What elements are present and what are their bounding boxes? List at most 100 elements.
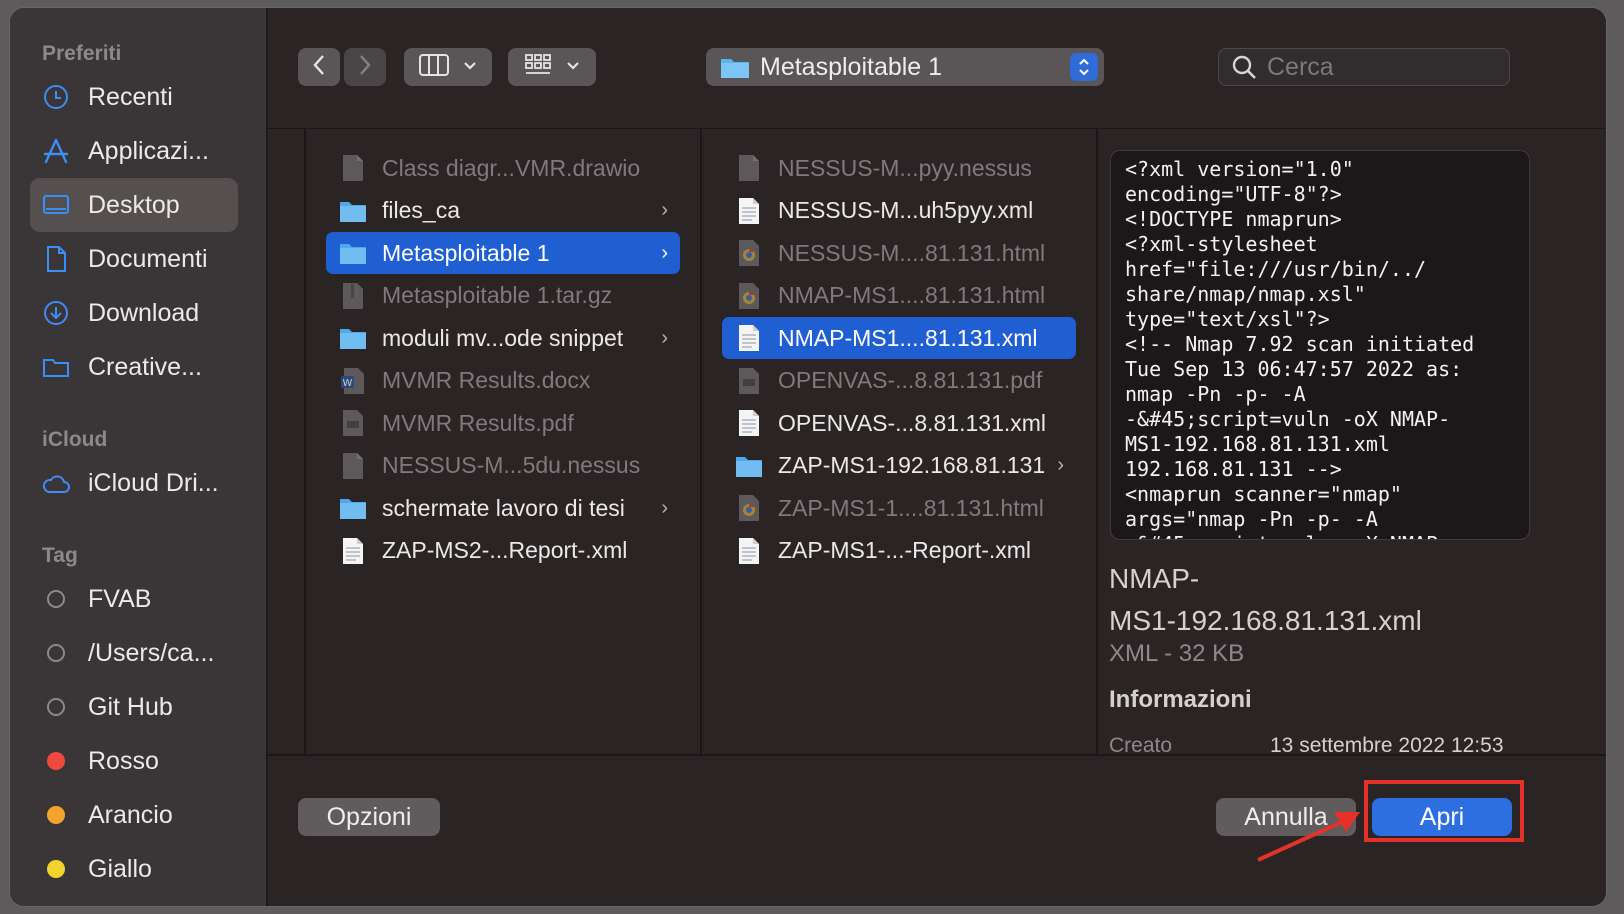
cloud-icon [34,472,78,494]
folder-icon [338,196,368,226]
group-by-button[interactable] [508,48,596,86]
sidebar-item-label: Desktop [88,190,180,219]
sidebar-section-tags: Tag [42,544,78,567]
folder-row[interactable]: ZAP-MS1-192.168.81.131 › [722,445,1076,487]
file-row[interactable]: NMAP-MS1....81.131.xml [722,317,1076,359]
folder-row[interactable]: Metasploitable 1 › [326,232,680,274]
sidebar-item-download[interactable]: Download [30,286,238,340]
file-row[interactable]: OPENVAS-...8.81.131.pdf [722,360,1076,402]
row-label: Class diagr...VMR.drawio [382,154,641,181]
sidebar-item-label: iCloud Dri... [88,468,219,497]
back-button[interactable] [298,48,340,86]
column-0[interactable] [268,129,306,755]
download-icon [34,300,78,326]
file-row[interactable]: MVMR Results.pdf [326,402,680,444]
sidebar-item-icloud-drive[interactable]: iCloud Dri... [30,456,238,510]
file-row[interactable]: Class diagr...VMR.drawio [326,147,680,189]
annotation-highlight-box [1364,780,1524,842]
row-label: NMAP-MS1....81.131.xml [778,324,1038,351]
search-placeholder: Cerca [1267,52,1334,81]
file-row[interactable]: ZAP-MS1-1....81.131.html [722,487,1076,529]
applications-icon [34,138,78,164]
location-popup[interactable]: Metasploitable 1 [706,48,1104,86]
clock-icon [34,84,78,110]
row-label: OPENVAS-...8.81.131.pdf [778,367,1043,393]
folder-icon [338,493,368,523]
folder-row[interactable]: moduli mv...ode snippet › [326,317,680,359]
text-file-icon [338,536,368,566]
file-row[interactable]: Metasploitable 1.tar.gz [326,275,680,317]
file-icon [338,153,368,183]
column-2[interactable]: NESSUS-M...pyy.nessus NESSUS-M...uh5pyy.x… [702,129,1098,755]
sidebar-tag-arancio[interactable]: Arancio [30,788,238,842]
sidebar-tag-giallo[interactable]: Giallo [30,842,238,896]
row-label: NMAP-MS1....81.131.html [778,282,1046,308]
tag-dot-yellow-icon [47,860,65,878]
sidebar-tag-github[interactable]: Git Hub [30,680,238,734]
location-label: Metasploitable 1 [760,52,943,81]
sidebar-item-applicazioni[interactable]: Applicazi... [30,124,238,178]
folder-icon [34,356,78,378]
chevron-right-icon: › [1057,454,1064,476]
file-row[interactable]: ZAP-MS1-...-Report-.xml [722,530,1076,572]
sidebar-item-label: /Users/ca... [88,638,215,667]
chevron-down-icon [566,58,580,76]
columns-view-icon [419,53,449,81]
folder-row[interactable]: files_ca › [326,190,680,232]
row-label: NESSUS-M...5du.nessus [382,452,641,478]
tag-dot-icon [47,590,65,608]
row-label: ZAP-MS1-1....81.131.html [778,494,1044,521]
file-row[interactable]: NESSUS-M...uh5pyy.xml [722,190,1076,232]
column-1[interactable]: Class diagr...VMR.drawio files_ca › Metaspl… [306,129,702,755]
search-field[interactable]: Cerca [1218,48,1510,86]
file-row[interactable]: NESSUS-M...pyy.nessus [722,147,1076,189]
chevron-right-icon: › [661,241,668,264]
file-icon [338,451,368,481]
sidebar-item-creative[interactable]: Creative... [30,340,238,394]
sidebar-item-label: Applicazi... [88,136,209,165]
view-mode-button[interactable] [404,48,492,86]
file-row[interactable]: NMAP-MS1....81.131.html [722,275,1076,317]
sidebar-item-documenti[interactable]: Documenti [30,232,238,286]
forward-button[interactable] [344,48,386,86]
chevron-right-icon: › [661,496,668,519]
sidebar-section-favorites: Preferiti [42,42,122,65]
row-label: OPENVAS-...8.81.131.xml [778,409,1047,436]
word-file-icon: W [338,366,368,396]
chevron-down-icon [463,58,477,76]
sidebar-item-label: Rosso [88,746,159,775]
sidebar-item-label: Documenti [88,244,208,273]
sidebar-item-label: Git Hub [88,692,173,721]
html-file-icon [734,238,764,268]
annotation-arrow-icon [1257,812,1360,862]
tag-dot-icon [47,644,65,662]
file-row[interactable]: W MVMR Results.docx [326,360,680,402]
chevron-right-icon: › [661,199,668,221]
row-label: MVMR Results.docx [382,367,591,393]
text-file-icon [734,408,764,438]
row-label: NESSUS-M...uh5pyy.xml [778,197,1034,223]
text-file-icon [734,536,764,566]
sidebar-tag-rosso[interactable]: Rosso [30,734,238,788]
sidebar-item-recenti[interactable]: Recenti [30,70,238,124]
row-label: NESSUS-M....81.131.html [778,239,1046,266]
preview-kind-size: XML - 32 KB [1109,640,1245,667]
preview-text: <?xml version="1.0" encoding="UTF-8"?> <… [1125,157,1475,539]
file-row[interactable]: NESSUS-M...5du.nessus [326,445,680,487]
file-icon [734,153,764,183]
html-file-icon [734,281,764,311]
sidebar-tag-users[interactable]: /Users/ca... [30,626,238,680]
options-button[interactable]: Opzioni [298,798,440,836]
file-row[interactable]: ZAP-MS2-...Report-.xml [326,530,680,572]
text-file-icon [734,196,764,226]
file-preview-code: <?xml version="1.0" encoding="UTF-8"?> <… [1110,150,1530,540]
sidebar-tag-fvab[interactable]: FVAB [30,572,238,626]
open-file-dialog: Preferiti Recenti Applicazi... Desktop D… [10,8,1606,906]
sidebar-item-desktop[interactable]: Desktop [30,178,238,232]
text-file-icon [734,323,764,353]
file-row[interactable]: NESSUS-M....81.131.html [722,232,1076,274]
chevron-right-icon [358,54,372,81]
chevron-right-icon: › [661,326,668,349]
file-row[interactable]: OPENVAS-...8.81.131.xml [722,402,1076,444]
folder-row[interactable]: schermate lavoro di tesi › [326,487,680,529]
